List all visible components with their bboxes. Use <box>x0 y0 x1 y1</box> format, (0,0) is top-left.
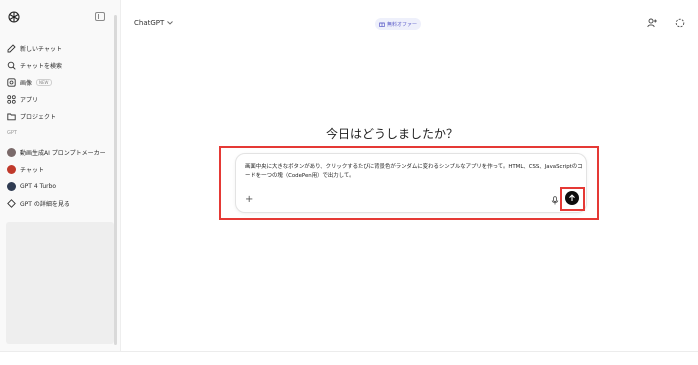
model-title: ChatGPT <box>134 19 165 27</box>
add-attachment-button[interactable]: + <box>245 194 253 205</box>
new-chat-icon <box>6 43 16 53</box>
sidebar-item-search-chats[interactable]: チャットを検索 <box>6 58 62 72</box>
explore-icon <box>6 198 16 208</box>
free-offer-label: 無料オファー <box>386 21 417 28</box>
send-button[interactable] <box>565 191 579 205</box>
page-heading: 今日はどうしましたか？ <box>325 127 458 141</box>
sidebar-item-apps[interactable]: アプリ <box>6 92 38 106</box>
new-badge: NEW <box>36 78 52 86</box>
sidebar-item-label: 動画生成AI プロンプトメーカー <box>20 149 106 157</box>
window-bottom-divider <box>0 351 698 352</box>
model-selector[interactable]: ChatGPT <box>134 19 174 27</box>
sidebar-item-label: GPT 4 Turbo <box>20 182 57 190</box>
add-user-icon[interactable] <box>646 17 658 29</box>
temporary-chat-icon[interactable] <box>674 17 686 29</box>
gift-icon <box>379 22 385 27</box>
sidebar-explore-gpts[interactable]: GPT の詳細を見る <box>6 196 70 210</box>
arrow-up-icon <box>569 194 575 201</box>
sidebar-gpt-4-turbo[interactable]: GPT 4 Turbo <box>6 179 56 193</box>
sidebar-item-new-chat[interactable]: 新しいチャット <box>6 41 62 55</box>
chevron-down-icon <box>167 21 174 25</box>
sidebar-gpt-chat[interactable]: チャット <box>6 162 44 176</box>
free-offer-button[interactable]: 無料オファー <box>375 18 421 30</box>
sidebar-toggle-icon[interactable] <box>95 12 105 21</box>
gpt-section-label: GPT <box>7 130 17 136</box>
sidebar-item-projects[interactable]: プロジェクト <box>6 109 56 123</box>
sidebar-item-images[interactable]: 画像 NEW <box>6 75 52 89</box>
gpt-avatar-icon <box>6 147 16 157</box>
sidebar-panel <box>6 222 114 344</box>
gpt-avatar-icon <box>6 181 16 191</box>
sidebar: 新しいチャット チャットを検索 画像 NEW アプリ プロジェクト GPT 動画… <box>0 0 121 351</box>
apps-icon <box>6 94 16 104</box>
gpt-avatar-icon <box>6 164 16 174</box>
microphone-icon[interactable] <box>551 196 559 205</box>
chatgpt-window: 新しいチャット チャットを検索 画像 NEW アプリ プロジェクト GPT 動画… <box>0 0 698 365</box>
sidebar-item-label: 画像 <box>20 79 33 87</box>
sidebar-gpt-video-prompt-maker[interactable]: 動画生成AI プロンプトメーカー <box>6 145 106 159</box>
sidebar-top <box>0 0 121 34</box>
sidebar-item-label: GPT の詳細を見る <box>20 200 70 208</box>
sidebar-item-label: チャットを検索 <box>20 62 62 70</box>
image-icon <box>6 77 16 87</box>
sidebar-item-label: 新しいチャット <box>20 45 62 53</box>
openai-logo-icon[interactable] <box>7 10 21 24</box>
sidebar-scrollbar[interactable] <box>114 15 117 345</box>
sidebar-item-label: アプリ <box>20 96 39 104</box>
sidebar-item-label: チャット <box>20 166 44 174</box>
search-icon <box>6 60 16 70</box>
project-icon <box>6 111 16 121</box>
sidebar-item-label: プロジェクト <box>20 113 57 121</box>
message-composer[interactable]: 画面中央に大きなボタンがあり、クリックするたびに背景色がランダムに変わるシンプル… <box>235 153 587 213</box>
prompt-input[interactable]: 画面中央に大きなボタンがあり、クリックするたびに背景色がランダムに変わるシンプル… <box>245 163 585 181</box>
